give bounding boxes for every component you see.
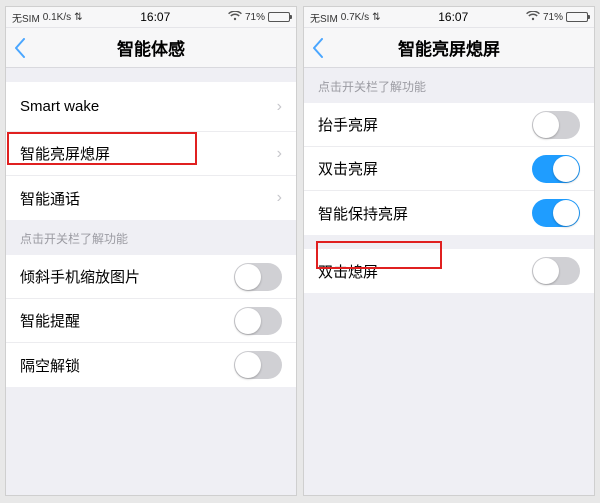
page-title: 智能体感 [117,35,185,60]
section-hint: 点击开关栏了解功能 [6,220,296,253]
nav-bar: 智能体感 [6,28,296,68]
phone-right: 无SIM 0.7K/s ⇅ 16:07 71% 智能亮屏熄屏 点击开关栏了解功能… [303,6,595,496]
row-double-tap-sleep[interactable]: 双击熄屏 [304,249,594,293]
row-smart-keep-on[interactable]: 智能保持亮屏 [304,191,594,235]
clock: 16:07 [140,10,170,24]
battery-icon [566,12,588,22]
row-label: 智能保持亮屏 [318,203,532,224]
carrier-text: 无SIM [12,10,40,25]
status-bar: 无SIM 0.7K/s ⇅ 16:07 71% [304,7,594,28]
clock: 16:07 [438,10,468,24]
back-button[interactable] [312,28,324,67]
wifi-icon [526,11,540,24]
toggle[interactable] [532,257,580,285]
content-area: 点击开关栏了解功能 抬手亮屏 双击亮屏 智能保持亮屏 双击熄屏 [304,68,594,495]
row-smart-wake[interactable]: Smart wake › [6,82,296,132]
row-label: 智能亮屏熄屏 [20,143,277,164]
section-hint: 点击开关栏了解功能 [304,68,594,101]
row-label: 智能通话 [20,188,277,209]
row-label: Smart wake [20,98,277,115]
row-smart-remind[interactable]: 智能提醒 [6,299,296,343]
chevron-right-icon: › [277,98,282,116]
row-label: 双击亮屏 [318,158,532,179]
row-smart-call[interactable]: 智能通话 › [6,176,296,220]
toggle[interactable] [532,199,580,227]
toggle[interactable] [532,155,580,183]
battery-icon [268,12,290,22]
row-label: 抬手亮屏 [318,114,532,135]
page-title: 智能亮屏熄屏 [398,35,500,60]
row-tilt-zoom[interactable]: 倾斜手机缩放图片 [6,255,296,299]
battery-text: 71% [543,12,563,23]
toggle[interactable] [234,307,282,335]
net-speed: 0.7K/s [341,12,369,23]
chevron-left-icon [312,38,324,58]
row-double-tap-wake[interactable]: 双击亮屏 [304,147,594,191]
row-label: 智能提醒 [20,310,234,331]
toggle[interactable] [234,351,282,379]
transfer-icon: ⇅ [74,12,82,23]
row-label: 双击熄屏 [318,261,532,282]
row-label: 倾斜手机缩放图片 [20,266,234,287]
wifi-icon [228,11,242,24]
net-speed: 0.1K/s [43,12,71,23]
row-air-unlock[interactable]: 隔空解锁 [6,343,296,387]
chevron-left-icon [14,38,26,58]
phone-left: 无SIM 0.1K/s ⇅ 16:07 71% 智能体感 Smart wake … [5,6,297,496]
battery-text: 71% [245,12,265,23]
row-label: 隔空解锁 [20,355,234,376]
transfer-icon: ⇅ [372,12,380,23]
row-raise-wake[interactable]: 抬手亮屏 [304,103,594,147]
toggle[interactable] [532,111,580,139]
carrier-text: 无SIM [310,10,338,25]
status-bar: 无SIM 0.1K/s ⇅ 16:07 71% [6,7,296,28]
nav-bar: 智能亮屏熄屏 [304,28,594,68]
chevron-right-icon: › [277,189,282,207]
content-area: Smart wake › 智能亮屏熄屏 › 智能通话 › 点击开关栏了解功能 倾… [6,68,296,495]
back-button[interactable] [14,28,26,67]
row-smart-screen[interactable]: 智能亮屏熄屏 › [6,132,296,176]
toggle[interactable] [234,263,282,291]
chevron-right-icon: › [277,145,282,163]
